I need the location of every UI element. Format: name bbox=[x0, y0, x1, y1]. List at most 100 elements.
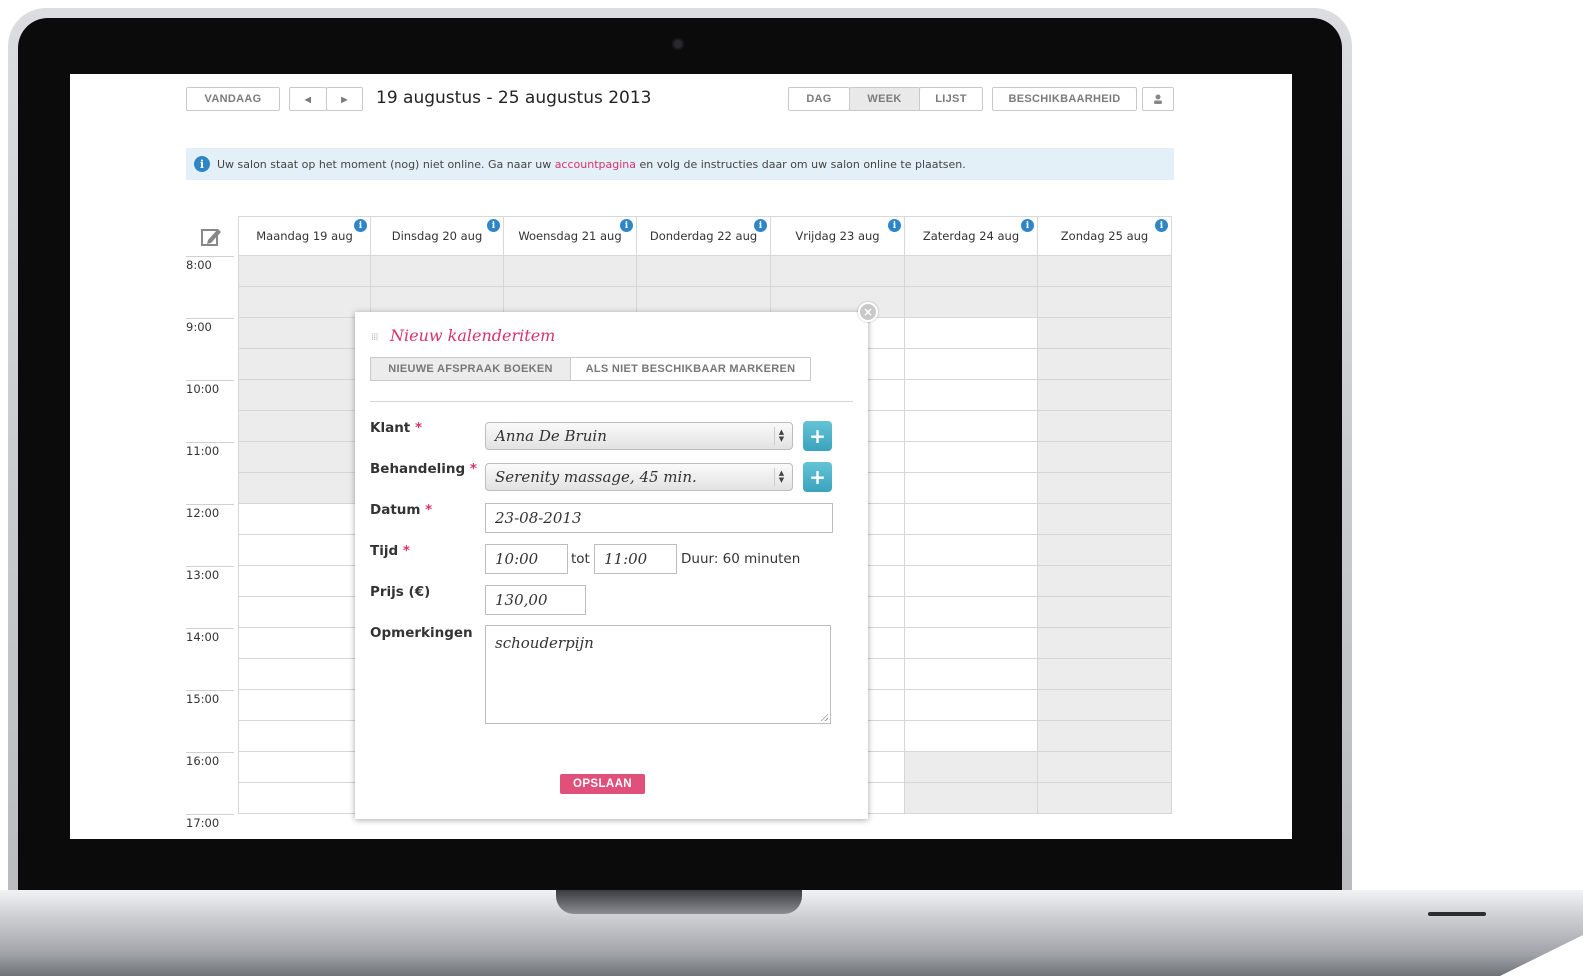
time-slot[interactable] bbox=[905, 380, 1038, 411]
time-slot[interactable] bbox=[1038, 411, 1172, 442]
time-slot[interactable] bbox=[1038, 349, 1172, 380]
time-slot[interactable] bbox=[504, 256, 637, 287]
time-slot[interactable] bbox=[1038, 473, 1172, 504]
time-slot[interactable] bbox=[238, 442, 371, 473]
add-client-button[interactable]: + bbox=[803, 421, 832, 451]
tab-mark-unavailable[interactable]: ALS NIET BESCHIKBAAR MARKEREN bbox=[570, 357, 811, 381]
date-input[interactable]: 23-08-2013 bbox=[485, 503, 833, 533]
user-button[interactable] bbox=[1142, 87, 1174, 111]
time-slot[interactable] bbox=[905, 442, 1038, 473]
time-slot[interactable] bbox=[1038, 256, 1172, 287]
time-slot[interactable] bbox=[905, 318, 1038, 349]
time-slot[interactable] bbox=[1038, 721, 1172, 752]
time-slot[interactable] bbox=[905, 690, 1038, 721]
person-icon bbox=[1154, 94, 1162, 104]
time-slot[interactable] bbox=[1038, 628, 1172, 659]
time-slot[interactable] bbox=[371, 256, 504, 287]
info-icon[interactable]: i bbox=[487, 219, 500, 232]
time-slot[interactable] bbox=[905, 783, 1038, 814]
add-treatment-button[interactable]: + bbox=[803, 462, 832, 492]
time-slot[interactable] bbox=[238, 473, 371, 504]
time-to-input[interactable]: 11:00 bbox=[594, 544, 677, 574]
time-slot[interactable] bbox=[238, 566, 371, 597]
save-button[interactable]: OPSLAAN bbox=[560, 774, 645, 794]
time-slot[interactable] bbox=[238, 628, 371, 659]
time-slot[interactable] bbox=[1038, 380, 1172, 411]
info-icon[interactable]: i bbox=[620, 219, 633, 232]
time-rule bbox=[186, 690, 234, 691]
time-slot[interactable] bbox=[1038, 504, 1172, 535]
view-list-button[interactable]: LIJST bbox=[919, 87, 983, 111]
time-slot[interactable] bbox=[905, 473, 1038, 504]
time-slot[interactable] bbox=[1038, 318, 1172, 349]
price-input[interactable]: 130,00 bbox=[485, 585, 586, 615]
time-slot[interactable] bbox=[905, 597, 1038, 628]
prev-week-button[interactable]: ◀ bbox=[289, 87, 327, 111]
client-select[interactable]: Anna De Bruin ▲ ▼ bbox=[485, 422, 793, 450]
time-slot[interactable] bbox=[905, 256, 1038, 287]
time-slot[interactable] bbox=[238, 535, 371, 566]
time-slot[interactable] bbox=[1038, 783, 1172, 814]
close-icon[interactable]: × bbox=[858, 302, 878, 322]
time-slot[interactable] bbox=[1038, 659, 1172, 690]
time-slot[interactable] bbox=[1038, 566, 1172, 597]
time-slot[interactable] bbox=[1038, 752, 1172, 783]
time-slot[interactable] bbox=[1038, 535, 1172, 566]
info-icon[interactable]: i bbox=[354, 219, 367, 232]
time-from-input[interactable]: 10:00 bbox=[485, 544, 568, 574]
time-slot[interactable] bbox=[238, 783, 371, 814]
drag-handle-icon[interactable]: ⁞⁞⁞ bbox=[371, 332, 378, 343]
time-slot[interactable] bbox=[238, 380, 371, 411]
time-slot[interactable] bbox=[238, 659, 371, 690]
time-slot[interactable] bbox=[238, 318, 371, 349]
time-slot[interactable] bbox=[1038, 287, 1172, 318]
tab-new-appointment[interactable]: NIEUWE AFSPRAAK BOEKEN bbox=[370, 357, 571, 381]
time-slot[interactable] bbox=[905, 504, 1038, 535]
time-slot[interactable] bbox=[238, 721, 371, 752]
day-header[interactable]: Maandag 19 aug i bbox=[238, 216, 371, 256]
day-header[interactable]: Vrijdag 23 aug i bbox=[771, 216, 905, 256]
time-slot[interactable] bbox=[905, 659, 1038, 690]
day-header[interactable]: Donderdag 22 aug i bbox=[637, 216, 771, 256]
info-icon[interactable]: i bbox=[1155, 219, 1168, 232]
time-slot[interactable] bbox=[238, 256, 371, 287]
resize-handle-icon[interactable] bbox=[820, 713, 828, 721]
today-button[interactable]: VANDAAG bbox=[186, 87, 280, 111]
time-slot[interactable] bbox=[905, 628, 1038, 659]
time-slot[interactable] bbox=[905, 287, 1038, 318]
laptop-slot bbox=[1428, 912, 1486, 916]
time-slot[interactable] bbox=[905, 535, 1038, 566]
time-slot[interactable] bbox=[905, 411, 1038, 442]
account-page-link[interactable]: accountpagina bbox=[555, 158, 636, 171]
edit-icon[interactable] bbox=[200, 226, 222, 248]
time-slot[interactable] bbox=[637, 256, 771, 287]
time-slot[interactable] bbox=[1038, 597, 1172, 628]
time-slot[interactable] bbox=[238, 690, 371, 721]
next-week-button[interactable]: ▶ bbox=[326, 87, 363, 111]
day-header[interactable]: Zaterdag 24 aug i bbox=[905, 216, 1038, 256]
treatment-select[interactable]: Serenity massage, 45 min. ▲ ▼ bbox=[485, 463, 793, 491]
time-slot[interactable] bbox=[905, 721, 1038, 752]
info-icon[interactable]: i bbox=[888, 219, 901, 232]
info-icon[interactable]: i bbox=[1021, 219, 1034, 232]
time-slot[interactable] bbox=[905, 349, 1038, 380]
view-day-button[interactable]: DAG bbox=[788, 87, 850, 111]
time-slot[interactable] bbox=[1038, 442, 1172, 473]
time-slot[interactable] bbox=[238, 411, 371, 442]
day-header[interactable]: Dinsdag 20 aug i bbox=[371, 216, 504, 256]
time-slot[interactable] bbox=[238, 504, 371, 535]
view-week-button[interactable]: WEEK bbox=[849, 87, 920, 111]
time-slot[interactable] bbox=[905, 752, 1038, 783]
time-slot[interactable] bbox=[238, 287, 371, 318]
time-slot[interactable] bbox=[1038, 690, 1172, 721]
day-header[interactable]: Woensdag 21 aug i bbox=[504, 216, 637, 256]
availability-button[interactable]: BESCHIKBAARHEID bbox=[992, 87, 1137, 111]
time-slot[interactable] bbox=[238, 597, 371, 628]
notes-textarea[interactable]: schouderpijn bbox=[485, 625, 831, 724]
time-slot[interactable] bbox=[238, 349, 371, 380]
info-icon[interactable]: i bbox=[754, 219, 767, 232]
time-slot[interactable] bbox=[771, 256, 905, 287]
time-slot[interactable] bbox=[238, 752, 371, 783]
time-slot[interactable] bbox=[905, 566, 1038, 597]
day-header[interactable]: Zondag 25 aug i bbox=[1038, 216, 1172, 256]
